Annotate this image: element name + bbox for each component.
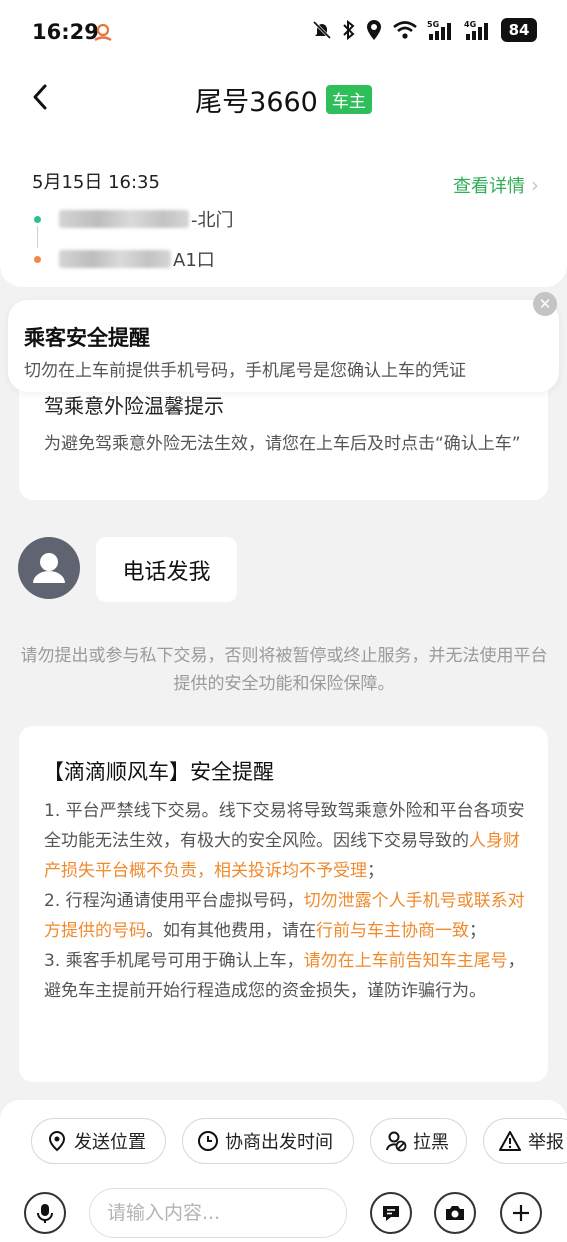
negotiate-time-button[interactable]: 协商出发时间 xyxy=(182,1118,354,1164)
status-time: 16:29 xyxy=(32,20,99,44)
quick-phrase-button[interactable] xyxy=(370,1192,412,1234)
mute-bell-icon xyxy=(312,20,332,40)
bottom-action-area: 发送位置 协商出发时间 拉黑 举报 xyxy=(0,1100,567,1242)
pickup-dot-icon xyxy=(34,215,41,223)
passenger-safety-popup: 乘客安全提醒 切勿在上车前提供手机号码，手机尾号是您确认上车的凭证 ✕ xyxy=(8,292,559,392)
camera-icon xyxy=(446,1206,464,1220)
message-input[interactable] xyxy=(89,1188,347,1238)
reminder-point-2: 2. 行程沟通请使用平台虚拟号码， xyxy=(44,891,304,911)
message-bubble[interactable]: 电话发我 xyxy=(96,537,237,602)
insurance-title: 驾乘意外险温馨提示 xyxy=(44,394,224,418)
signal-4g-icon: 4G xyxy=(464,20,488,40)
block-user-label: 拉黑 xyxy=(413,1132,449,1153)
location-icon xyxy=(367,20,381,40)
reminder-point-3: 3. 乘客手机尾号可用于确认上车， xyxy=(44,951,304,971)
battery-indicator: 84 xyxy=(501,18,537,42)
safety-reminder-card: 【滴滴顺风车】安全提醒 1. 平台严禁线下交易。线下交易将导致驾乘意外险和平台各… xyxy=(19,726,548,1082)
reminder-highlight: 行前与车主协商一致 xyxy=(316,921,469,941)
microphone-icon xyxy=(37,1204,53,1223)
dropoff-dot-icon xyxy=(34,255,41,263)
signal-5g-icon: 5G xyxy=(427,20,451,40)
app-notification-icon xyxy=(94,23,112,42)
reminder-text: 。如有其他费用，请在 xyxy=(146,921,316,941)
dropoff-location: A1口 xyxy=(34,246,215,272)
clock-icon xyxy=(198,1131,218,1151)
send-location-label: 发送位置 xyxy=(74,1132,146,1153)
send-location-button[interactable]: 发送位置 xyxy=(31,1118,166,1164)
more-options-button[interactable] xyxy=(500,1192,542,1234)
pickup-name-blurred xyxy=(59,210,189,228)
route-connector xyxy=(37,226,38,248)
block-user-button[interactable]: 拉黑 xyxy=(370,1118,467,1164)
negotiate-time-label: 协商出发时间 xyxy=(225,1132,333,1153)
pickup-location: -北门 xyxy=(34,206,234,232)
status-icons: 5G 4G 84 xyxy=(311,18,537,42)
dropoff-name-blurred xyxy=(59,250,171,268)
popup-text: 切勿在上车前提供手机号码，手机尾号是您确认上车的凭证 xyxy=(24,361,466,381)
page-title: 尾号3660 xyxy=(195,87,318,118)
insurance-text: 为避免驾乘意外险无法生效，请您在上车后及时点击“确认上车” xyxy=(44,434,521,454)
reminder-point-1: 1. 平台严禁线下交易。线下交易将导致驾乘意外险和平台各项安全功能无法生效，有极… xyxy=(44,801,525,851)
wifi-icon xyxy=(393,21,417,39)
reminder-highlight: 请勿在上车前告知车主尾号 xyxy=(303,951,508,971)
report-label: 举报 xyxy=(528,1132,564,1153)
input-row xyxy=(0,1188,567,1242)
chevron-right-icon: › xyxy=(531,173,539,197)
pickup-suffix: -北门 xyxy=(191,210,234,231)
reminder-title: 【滴滴顺风车】安全提醒 xyxy=(43,760,274,784)
quick-action-bar: 发送位置 协商出发时间 拉黑 举报 xyxy=(31,1118,567,1164)
plus-icon xyxy=(513,1205,529,1221)
close-icon[interactable]: ✕ xyxy=(533,292,557,316)
warning-icon xyxy=(499,1131,521,1151)
user-avatar-icon[interactable] xyxy=(18,537,80,599)
owner-badge: 车主 xyxy=(325,85,372,114)
reminder-text: ； xyxy=(469,921,486,941)
report-button[interactable]: 举报 xyxy=(483,1118,567,1164)
private-trade-notice: 请勿提出或参与私下交易，否则将被暂停或终止服务，并无法使用平台提供的安全功能和保… xyxy=(20,646,548,694)
popup-title: 乘客安全提醒 xyxy=(24,326,150,350)
reminder-body: 1. 平台严禁线下交易。线下交易将导致驾乘意外险和平台各项安全功能无法生效，有极… xyxy=(44,796,528,1006)
bluetooth-icon xyxy=(343,19,355,41)
block-user-icon xyxy=(386,1131,407,1152)
voice-input-button[interactable] xyxy=(24,1192,66,1234)
view-details-link[interactable]: 查看详情 › xyxy=(453,172,539,198)
camera-button[interactable] xyxy=(434,1192,476,1234)
svg-text:4G: 4G xyxy=(464,20,476,29)
chat-bubble-icon xyxy=(383,1206,399,1221)
trip-datetime: 5月15日 16:35 xyxy=(32,172,160,193)
view-details-label: 查看详情 xyxy=(453,176,525,197)
location-pin-icon xyxy=(48,1130,66,1152)
reminder-text: ； xyxy=(367,861,384,881)
dropoff-suffix: A1口 xyxy=(173,250,215,271)
svg-text:5G: 5G xyxy=(427,20,439,29)
chat-header: 尾号3660 车主 xyxy=(0,62,567,142)
status-bar: 16:29 5G 4G 84 xyxy=(0,0,567,62)
